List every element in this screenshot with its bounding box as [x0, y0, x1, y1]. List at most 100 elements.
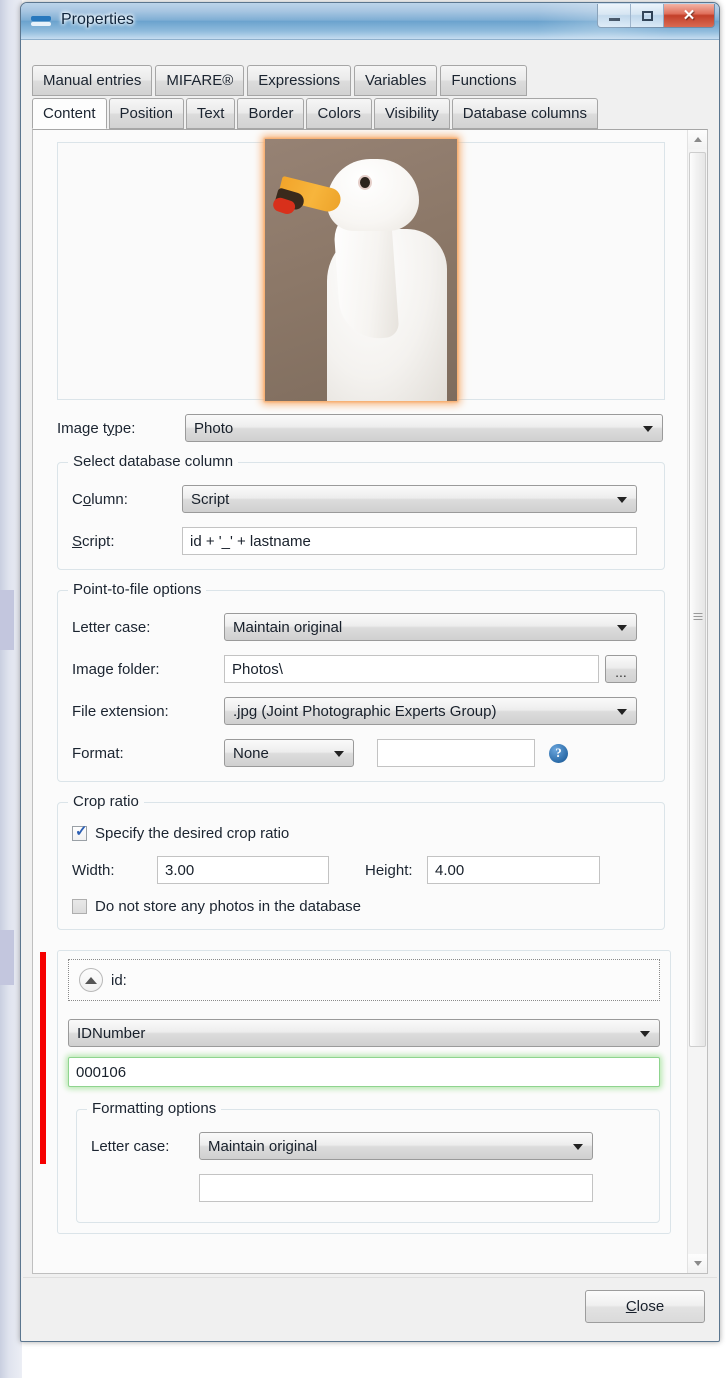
tab-mifare[interactable]: MIFARE® [155, 65, 244, 96]
scroll-down-icon [694, 1261, 702, 1266]
file-extension-combo[interactable]: .jpg (Joint Photographic Experts Group) [224, 697, 637, 725]
crop-width-value: 3.00 [165, 862, 194, 879]
chevron-down-icon [334, 751, 344, 757]
tab-row-lower: Content Position Text Border Colors Visi… [32, 98, 600, 129]
tab-content[interactable]: Content [32, 98, 107, 129]
tab-functions[interactable]: Functions [440, 65, 527, 96]
id-column-combo[interactable]: IDNumber [68, 1019, 660, 1047]
image-type-row: Image type: Photo [57, 414, 671, 442]
window-card-icon [31, 15, 51, 28]
scroll-up-icon [694, 137, 702, 142]
script-value: id + '_' + lastname [190, 533, 311, 550]
specify-crop-ratio-row[interactable]: ✓ Specify the desired crop ratio [72, 825, 650, 842]
chevron-down-icon [617, 497, 627, 503]
no-store-photos-checkbox[interactable] [72, 899, 87, 914]
close-window-button[interactable]: ✕ [664, 4, 714, 27]
content-tab-panel: Image type: Photo Select database column… [32, 129, 708, 1274]
id-value: 000106 [76, 1064, 126, 1081]
id-value-input[interactable]: 000106 [68, 1057, 660, 1087]
tab-expressions[interactable]: Expressions [247, 65, 351, 96]
tab-position[interactable]: Position [109, 98, 184, 129]
scrollbar-grip [693, 613, 702, 621]
formatting-letter-case-label: Letter case: [91, 1138, 199, 1155]
crop-ratio-group: Crop ratio ✓ Specify the desired crop ra… [57, 802, 665, 930]
photo-bird-head [327, 159, 419, 231]
letter-case-label: Letter case: [72, 619, 224, 636]
no-store-photos-row[interactable]: Do not store any photos in the database [72, 898, 650, 915]
scrollbar-thumb[interactable] [689, 152, 706, 1047]
seagull-photo-preview[interactable] [265, 139, 457, 401]
image-folder-value: Photos\ [232, 661, 283, 678]
tab-database-columns[interactable]: Database columns [452, 98, 598, 129]
chevron-down-icon [617, 709, 627, 715]
column-row: Column: Script [72, 485, 650, 513]
window-titlebar[interactable]: Properties ✕ [21, 3, 719, 40]
checkmark-icon: ✓ [75, 824, 88, 839]
formatting-letter-case-row: Letter case: Maintain original [91, 1132, 645, 1160]
tab-colors[interactable]: Colors [306, 98, 371, 129]
background-accent-bottom [0, 930, 14, 985]
chevron-up-icon[interactable] [79, 968, 103, 992]
chevron-down-icon [643, 426, 653, 432]
image-type-label: Image type: [57, 420, 185, 437]
format-custom-input[interactable] [377, 739, 535, 767]
maximize-icon [642, 11, 653, 21]
chevron-down-icon [573, 1144, 583, 1150]
formatting-letter-case-combo[interactable]: Maintain original [199, 1132, 593, 1160]
script-input[interactable]: id + '_' + lastname [182, 527, 637, 555]
tab-strip: Manual entries MIFARE® Expressions Varia… [32, 65, 708, 131]
script-row: Script: id + '_' + lastname [72, 527, 650, 555]
point-to-file-options-group: Point-to-file options Letter case: Maint… [57, 590, 665, 782]
scroll-up-button[interactable] [688, 130, 707, 149]
crop-dimensions-row: Width: 3.00 Height: 4.00 [72, 856, 650, 884]
window-client-area: Manual entries MIFARE® Expressions Varia… [22, 41, 718, 1340]
tab-row-upper: Manual entries MIFARE® Expressions Varia… [32, 65, 530, 96]
image-folder-row: Image folder: Photos\ ... [72, 655, 650, 683]
select-database-column-title: Select database column [68, 453, 238, 470]
crop-height-input[interactable]: 4.00 [427, 856, 600, 884]
no-store-photos-label: Do not store any photos in the database [95, 898, 361, 915]
crop-width-input[interactable]: 3.00 [157, 856, 329, 884]
id-field-label: id: [111, 972, 127, 989]
id-field-box: id: IDNumber 000106 Formatting options [57, 950, 671, 1234]
tab-manual-entries[interactable]: Manual entries [32, 65, 152, 96]
content-vertical-scrollbar[interactable] [687, 130, 707, 1273]
point-to-file-title: Point-to-file options [68, 581, 206, 598]
file-extension-value: .jpg (Joint Photographic Experts Group) [233, 703, 496, 720]
image-preview-box [57, 142, 665, 400]
letter-case-combo[interactable]: Maintain original [224, 613, 637, 641]
crop-ratio-title: Crop ratio [68, 793, 144, 810]
column-combo[interactable]: Script [182, 485, 637, 513]
maximize-button[interactable] [631, 4, 664, 27]
tab-visibility[interactable]: Visibility [374, 98, 450, 129]
id-column-value: IDNumber [77, 1025, 145, 1042]
file-extension-row: File extension: .jpg (Joint Photographic… [72, 697, 650, 725]
letter-case-row: Letter case: Maintain original [72, 613, 650, 641]
window-controls: ✕ [597, 4, 715, 28]
browse-folder-button[interactable]: ... [605, 655, 637, 683]
help-icon[interactable]: ? [549, 744, 568, 763]
close-icon: ✕ [683, 8, 696, 23]
image-folder-label: Image folder: [72, 661, 224, 678]
image-folder-input[interactable]: Photos\ [224, 655, 599, 683]
image-type-combo[interactable]: Photo [185, 414, 663, 442]
format-value: None [233, 745, 269, 762]
file-extension-label: File extension: [72, 703, 224, 720]
format-combo[interactable]: None [224, 739, 354, 767]
id-field-header[interactable]: id: [68, 959, 660, 1001]
format-row: Format: None ? [72, 739, 650, 767]
column-label: Column: [72, 491, 182, 508]
close-button[interactable]: Close [585, 1290, 705, 1323]
tab-border[interactable]: Border [237, 98, 304, 129]
window-title: Properties [61, 11, 134, 29]
specify-crop-ratio-checkbox[interactable]: ✓ [72, 826, 87, 841]
dialog-footer: Close [23, 1277, 717, 1339]
tab-variables[interactable]: Variables [354, 65, 437, 96]
tab-text[interactable]: Text [186, 98, 236, 129]
minimize-button[interactable] [598, 4, 631, 27]
scroll-down-button[interactable] [688, 1254, 707, 1273]
specify-crop-ratio-label: Specify the desired crop ratio [95, 825, 289, 842]
formatting-extra-input[interactable] [199, 1174, 593, 1202]
properties-window: Properties ✕ Manual entries MIFARE® Expr… [20, 2, 720, 1342]
format-label: Format: [72, 745, 224, 762]
